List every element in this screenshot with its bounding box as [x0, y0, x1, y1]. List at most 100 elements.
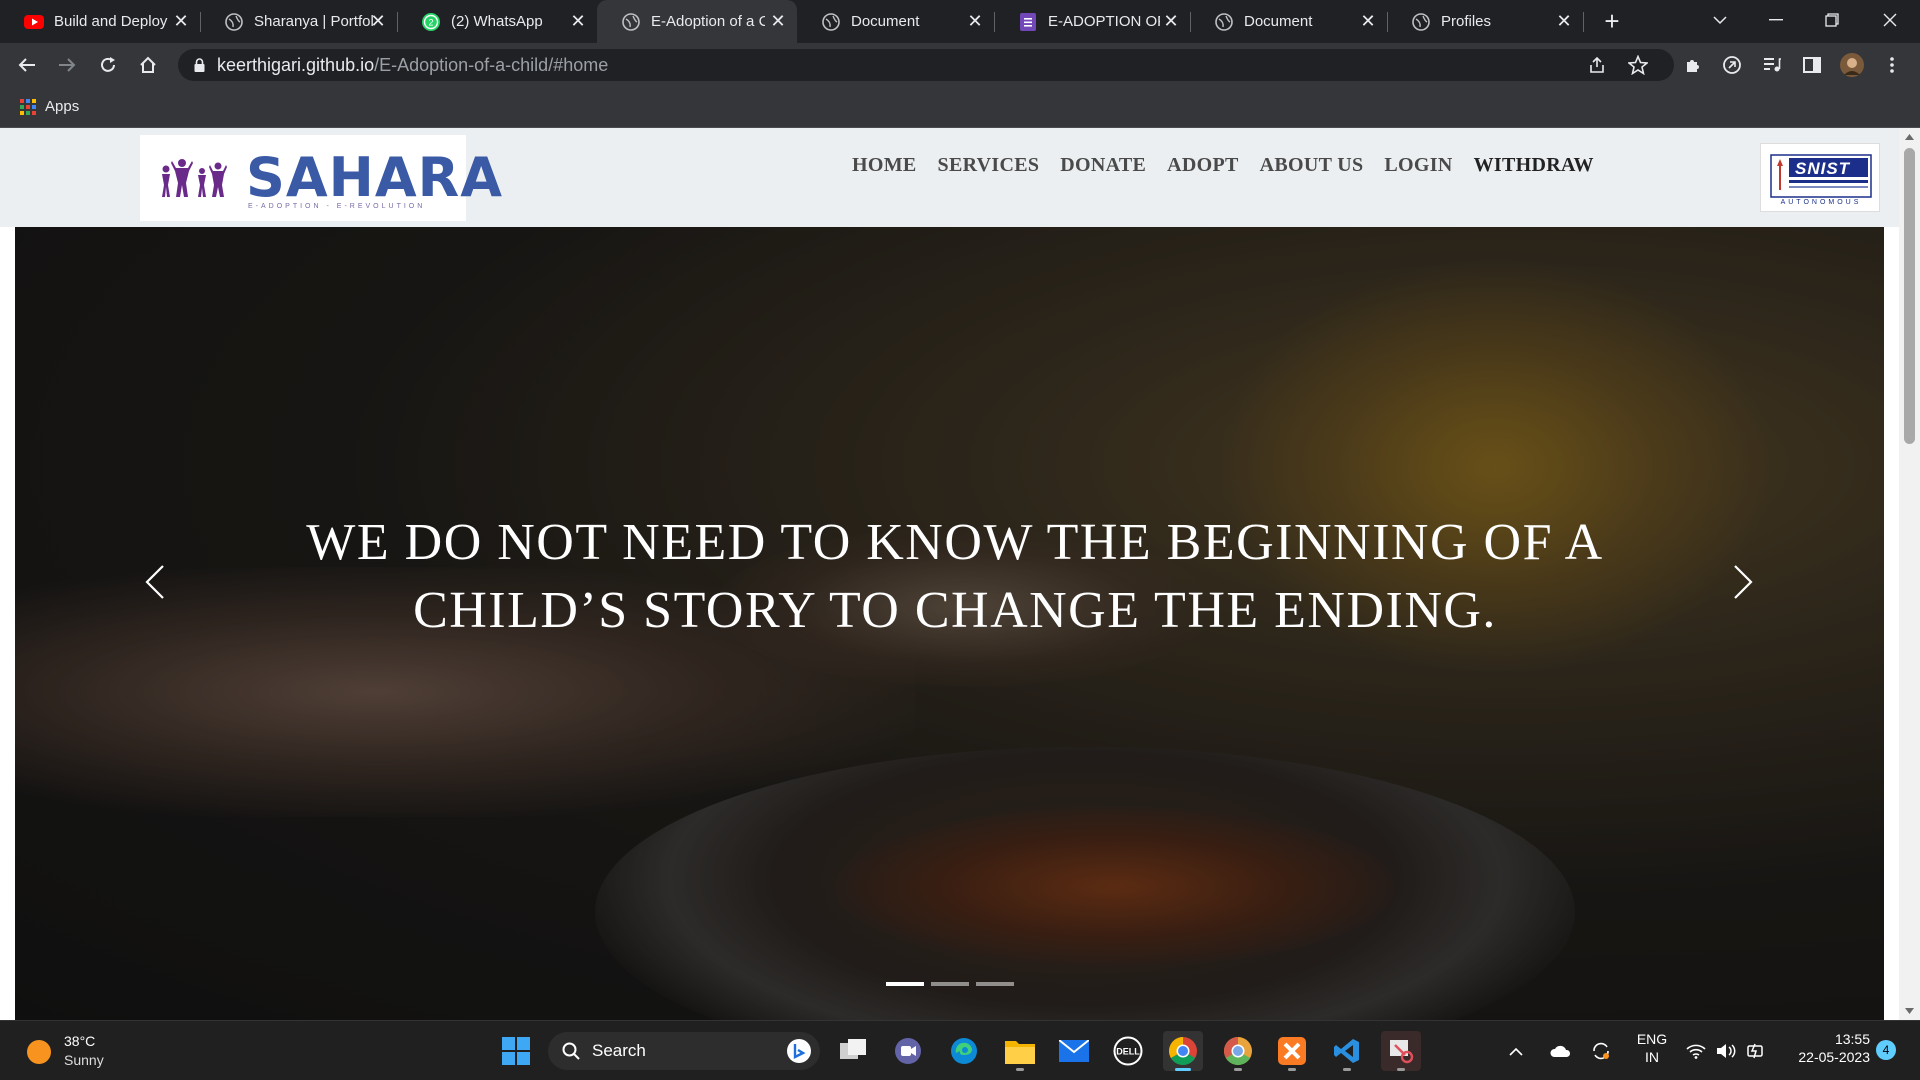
lock-icon[interactable]: [194, 58, 205, 72]
nav-services[interactable]: SERVICES: [938, 154, 1040, 177]
nav-about-us[interactable]: ABOUT US: [1260, 154, 1364, 177]
nav-home[interactable]: HOME: [852, 154, 917, 177]
family-icon: [158, 157, 234, 199]
scrollbar-thumb[interactable]: [1904, 148, 1915, 444]
side-panel-icon[interactable]: [1800, 53, 1824, 77]
restore-button[interactable]: [1804, 0, 1860, 40]
media-queue-icon[interactable]: [1760, 53, 1784, 77]
dell-icon[interactable]: DELL: [1108, 1031, 1148, 1071]
mail-icon[interactable]: [1054, 1031, 1094, 1071]
home-icon[interactable]: [136, 53, 160, 77]
bing-icon: [786, 1038, 812, 1069]
brand-tagline: E-ADOPTION - E-REVOLUTION: [248, 203, 426, 210]
new-tab-button[interactable]: +: [1598, 8, 1626, 36]
tab-document-1[interactable]: Document ✕: [797, 0, 995, 43]
sahara-logo[interactable]: SAHARA E-ADOPTION - E-REVOLUTION: [140, 135, 502, 221]
web-page: SAHARA E-ADOPTION - E-REVOLUTION HOME SE…: [0, 128, 1899, 1020]
sync-icon[interactable]: [1587, 1031, 1615, 1071]
show-hidden-icons-chevron-icon[interactable]: [1502, 1031, 1530, 1071]
snipping-tool-icon[interactable]: [1381, 1031, 1421, 1071]
globe-icon: [621, 12, 641, 32]
taskbar-search[interactable]: Search: [548, 1032, 820, 1070]
nav-login[interactable]: LOGIN: [1384, 154, 1452, 177]
tab-search-chevron-icon[interactable]: [1692, 0, 1748, 40]
url-path: /E-Adoption-of-a-child/#home: [374, 54, 609, 75]
close-tab-icon[interactable]: ✕: [569, 12, 587, 30]
notification-badge[interactable]: 4: [1876, 1040, 1896, 1060]
scroll-down-icon[interactable]: [1905, 1008, 1914, 1014]
apps-shortcut[interactable]: Apps: [20, 98, 79, 115]
address-bar[interactable]: keerthigari.github.io/E-Adoption-of-a-ch…: [178, 49, 1674, 81]
task-view-icon[interactable]: [834, 1031, 874, 1071]
close-tab-icon[interactable]: ✕: [966, 12, 984, 30]
svg-text:2: 2: [428, 17, 433, 27]
close-window-button[interactable]: [1862, 0, 1918, 40]
close-tab-icon[interactable]: ✕: [1359, 12, 1377, 30]
tab-sharanya-portfolio[interactable]: Sharanya | Portfol ✕: [200, 0, 398, 43]
extension-icon[interactable]: [1720, 53, 1744, 77]
tab-title: E-Adoption of a C: [651, 13, 765, 30]
browser-toolbar: keerthigari.github.io/E-Adoption-of-a-ch…: [0, 43, 1920, 87]
close-tab-icon[interactable]: ✕: [1555, 12, 1573, 30]
file-explorer-icon[interactable]: [1000, 1031, 1040, 1071]
back-icon[interactable]: [15, 53, 39, 77]
weather-desc: Sunny: [64, 1052, 104, 1068]
tab-e-adoption-form[interactable]: E-ADOPTION OF ✕: [994, 0, 1191, 43]
share-icon[interactable]: [1588, 56, 1606, 79]
language-indicator[interactable]: ENG IN: [1632, 1031, 1672, 1071]
bookmark-star-icon[interactable]: [1626, 54, 1650, 80]
forward-icon[interactable]: [55, 53, 79, 77]
chrome-canary-icon[interactable]: [1218, 1031, 1258, 1071]
carousel-prev-icon[interactable]: [135, 552, 175, 612]
tab-document-2[interactable]: Document ✕: [1190, 0, 1388, 43]
page-scrollbar[interactable]: [1899, 128, 1920, 1020]
tab-build-and-deploy[interactable]: Build and Deploy ✕: [0, 0, 201, 43]
brand-name: SAHARA: [246, 146, 504, 209]
wifi-icon[interactable]: [1684, 1031, 1708, 1071]
scroll-up-icon[interactable]: [1905, 134, 1914, 140]
tab-e-adoption-active[interactable]: E-Adoption of a C ✕: [597, 0, 797, 43]
edge-icon[interactable]: [944, 1031, 984, 1071]
close-tab-icon[interactable]: ✕: [1162, 12, 1180, 30]
weather-widget[interactable]: 38°C Sunny: [24, 1033, 164, 1071]
globe-icon: [1411, 12, 1431, 32]
weather-temp: 38°C: [64, 1033, 96, 1049]
close-tab-icon[interactable]: ✕: [769, 12, 787, 30]
globe-icon: [1214, 12, 1234, 32]
profile-avatar[interactable]: [1840, 53, 1864, 77]
extensions-icon[interactable]: [1681, 53, 1705, 77]
minimize-button[interactable]: [1748, 0, 1804, 40]
tab-title: Profiles: [1441, 13, 1492, 30]
tab-title: (2) WhatsApp: [451, 13, 543, 30]
carousel-indicator-1[interactable]: [886, 982, 924, 986]
clock-time: 13:55: [1834, 1031, 1870, 1047]
reload-icon[interactable]: [96, 53, 120, 77]
carousel-indicator-2[interactable]: [931, 982, 969, 986]
forms-icon: [1018, 12, 1038, 32]
carousel-next-icon[interactable]: [1723, 552, 1763, 612]
nav-adopt[interactable]: ADOPT: [1167, 154, 1239, 177]
close-tab-icon[interactable]: ✕: [172, 12, 190, 30]
tab-title: Sharanya | Portfol: [254, 13, 374, 30]
clock-date: 22-05-2023: [1798, 1049, 1870, 1065]
nav-withdraw[interactable]: WITHDRAW: [1474, 154, 1594, 177]
apps-label: Apps: [45, 98, 80, 115]
start-button[interactable]: [496, 1031, 536, 1071]
nav-donate[interactable]: DONATE: [1060, 154, 1146, 177]
xampp-icon[interactable]: [1272, 1031, 1312, 1071]
close-tab-icon[interactable]: ✕: [369, 12, 387, 30]
tab-profiles[interactable]: Profiles ✕: [1387, 0, 1584, 43]
chrome-icon[interactable]: [1163, 1031, 1203, 1071]
vscode-icon[interactable]: [1327, 1031, 1367, 1071]
onedrive-icon[interactable]: [1546, 1031, 1574, 1071]
carousel-indicator-3[interactable]: [976, 982, 1014, 986]
volume-icon[interactable]: [1714, 1031, 1738, 1071]
tab-separator: [1583, 12, 1584, 32]
tab-whatsapp[interactable]: 2 (2) WhatsApp ✕: [397, 0, 597, 43]
clock[interactable]: 13:55 22-05-2023: [1780, 1031, 1870, 1071]
teams-chat-icon[interactable]: [888, 1031, 928, 1071]
hero-headline: WE DO NOT NEED TO KNOW THE BEGINNING OF …: [306, 514, 1604, 639]
main-menu: HOME SERVICES DONATE ADOPT ABOUT US LOGI…: [852, 154, 1615, 177]
chrome-menu-icon[interactable]: [1880, 53, 1904, 77]
battery-charging-icon[interactable]: [1744, 1031, 1768, 1071]
